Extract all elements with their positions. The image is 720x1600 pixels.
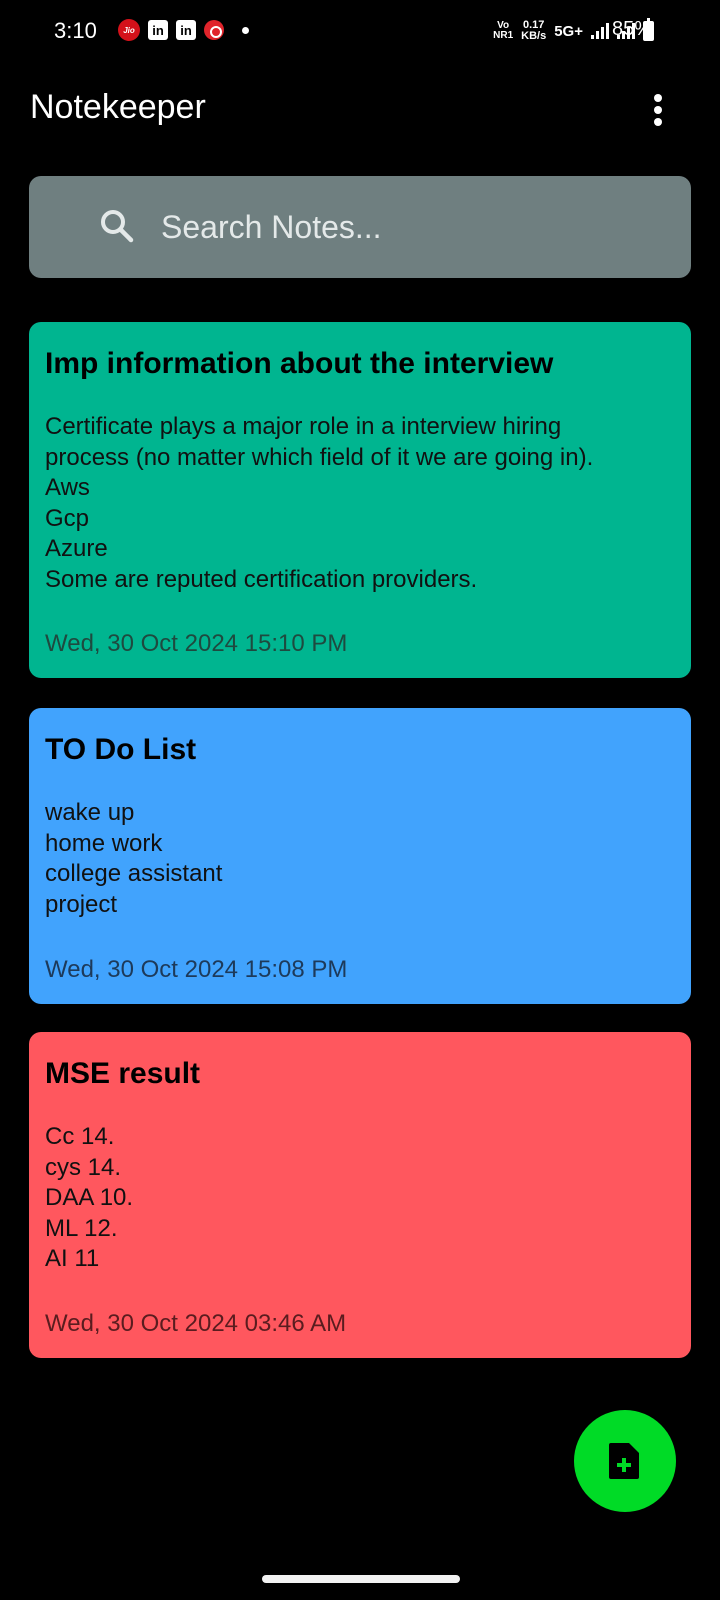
search-icon [101,210,134,243]
note-body: Cc 14. cys 14. DAA 10. ML 12. AI 11 [45,1123,134,1272]
more-notifications-dot-icon [242,26,249,34]
note-card[interactable]: MSE result Cc 14. cys 14. DAA 10. ML 12.… [29,1032,691,1358]
note-body: Certificate plays a major role in a inte… [45,413,594,593]
note-card[interactable]: TO Do List wake up home work college ass… [29,708,691,1004]
note-title: Imp information about the interview [45,347,554,380]
linkedin-notification-icon: in [148,20,168,40]
status-time: 3:10 [54,18,97,43]
signal-strength-icon [591,23,609,39]
note-date: Wed, 30 Oct 2024 15:10 PM [45,630,348,657]
status-bar: 3:10 Jio in in Vo NR1 0.17 KB/s 5G+ 85% [0,0,720,62]
add-note-button[interactable] [574,1410,676,1512]
network-speed: 0.17 KB/s [521,19,547,42]
app-notification-icon [204,20,224,40]
note-card[interactable]: Imp information about the interview Cert… [29,322,691,678]
add-note-icon [609,1443,639,1479]
note-title: TO Do List [45,733,197,766]
search-bar[interactable] [29,176,691,278]
battery-percentage: 85% [611,18,652,40]
note-body: wake up home work college assistant proj… [45,799,223,918]
note-title: MSE result [45,1057,201,1090]
volte-indicator: Vo NR1 [493,20,514,41]
jio-app-icon: Jio [118,19,140,41]
app-title: Notekeeper [30,88,206,126]
notification-icons: Jio in in [118,19,249,41]
note-date: Wed, 30 Oct 2024 15:08 PM [45,956,348,983]
note-date: Wed, 30 Oct 2024 03:46 AM [45,1310,347,1337]
gesture-nav-handle[interactable] [262,1575,460,1583]
search-input[interactable] [161,202,661,252]
linkedin-notification-icon: in [176,20,196,40]
network-type: 5G+ [554,22,583,40]
more-vert-icon [654,94,662,102]
more-options-button[interactable] [646,92,670,128]
